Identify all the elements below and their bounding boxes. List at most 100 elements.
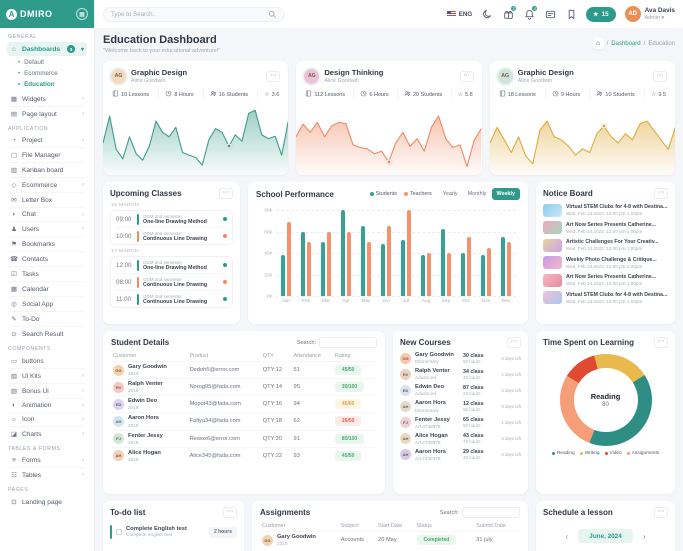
table-row[interactable]: RVRalph Venter2019Norog95@fada.comQTY:14…	[111, 379, 377, 396]
sidebar-item-tasks[interactable]: ☑Tasks	[7, 266, 87, 281]
sidebar-item-project[interactable]: ◔Project›	[7, 134, 87, 147]
sidebar-item-forms[interactable]: ≡Forms›	[7, 454, 87, 467]
sidebar-item-dashboards[interactable]: ⌂Dashboards3▾	[7, 42, 87, 56]
sidebar-item-buttons[interactable]: ▭buttons	[7, 354, 87, 368]
prev-month-button[interactable]: ‹	[565, 532, 568, 541]
notice-item[interactable]: Virtual STEM Clubs for 4-8 with Destina.…	[543, 291, 668, 304]
bar-group	[356, 210, 376, 296]
sidebar-item-kanban-board[interactable]: ▥Kanban board	[7, 162, 87, 177]
more-options-button[interactable]: ⋯	[654, 507, 668, 518]
sidebar-item-bookmarks[interactable]: ⚑Bookmarks	[7, 236, 87, 251]
class-item[interactable]: 09:00GDM 2nd semesterOne-line Drawing Me…	[116, 211, 227, 227]
dark-mode-button[interactable]	[481, 8, 493, 20]
new-course-item[interactable]: FJFenter JessyArt.374897965 class60 hour…	[400, 417, 521, 429]
assignments-search-input[interactable]	[462, 507, 520, 518]
sidebar-subitem-default[interactable]: •Default	[18, 57, 87, 68]
new-course-item[interactable]: AHAlice HoganArt.273897943 class78 hours…	[400, 433, 521, 445]
sidebar-item-ui-kits[interactable]: ▧Ui Kits›	[7, 368, 87, 383]
notice-item[interactable]: Virtual STEM Clubs for 4-8 with Destina.…	[543, 204, 668, 217]
sidebar-item-chat[interactable]: ◗Chat›	[7, 207, 87, 221]
sidebar-item-page-layout[interactable]: ▤Page layout›	[7, 106, 87, 121]
sidebar-item-tables[interactable]: ☷Tables›	[7, 467, 87, 482]
apps-button[interactable]	[544, 8, 556, 20]
new-course-item[interactable]: EDEdwin DeoAdvanced87 class23 hours4 day…	[400, 384, 521, 396]
sidebar-item-bonus-ui[interactable]: ▨Bonus Ui›	[7, 383, 87, 398]
next-month-button[interactable]: ›	[643, 532, 646, 541]
search-input[interactable]	[111, 11, 268, 18]
table-row[interactable]: FJFenter Jessy2019Rewox6@error.comQTY:20…	[111, 430, 377, 447]
tab-yearly[interactable]: Yearly	[438, 188, 463, 200]
notice-item[interactable]: Art Now Series Presents Catherine...Wed,…	[543, 221, 668, 234]
sidebar-item-users[interactable]: ♟Users›	[7, 221, 87, 236]
legend-item[interactable]: Writing	[580, 451, 600, 456]
breadcrumb-dashboard[interactable]: Dashboard	[611, 41, 640, 47]
current-month-label[interactable]: June, 2024	[578, 529, 633, 543]
sidebar-item-animation[interactable]: ◐Animation›	[7, 398, 87, 412]
table-row[interactable]: AHAaron Hors2019Fafiya34@fada.comQTY:186…	[111, 413, 377, 430]
sidebar-item-to-do[interactable]: ✎To-Do	[7, 311, 87, 326]
points-pill[interactable]: ★ 15	[586, 7, 616, 22]
legend-item[interactable]: Reading	[552, 451, 575, 456]
global-search[interactable]	[103, 7, 285, 22]
class-item[interactable]: 10:00GDM 2nd semesterContinuous Line Dra…	[116, 227, 227, 244]
new-course-item[interactable]: AHAaron HorsArt.743837829 class40 hours5…	[400, 449, 521, 461]
more-options-button[interactable]: ⋯	[219, 188, 233, 199]
more-options-button[interactable]: ⋯	[654, 188, 668, 199]
sidebar-item-contacts[interactable]: ☎Contacts	[7, 251, 87, 266]
more-options-button[interactable]: ⋯	[507, 337, 521, 348]
legend-item[interactable]: Video	[605, 451, 622, 456]
sidebar-item-file-manager[interactable]: ▢File Manager	[7, 147, 87, 162]
more-options-button[interactable]: ⋯	[654, 337, 668, 348]
new-course-item[interactable]: AHAaron HorsElementary12 class56 hours9 …	[400, 400, 521, 412]
x-axis-label: Sep	[436, 299, 456, 304]
student-search-input[interactable]	[319, 337, 377, 348]
new-course-item[interactable]: GGGary GoodwinElementary30 class60 hours…	[400, 352, 521, 364]
bookmark-button[interactable]	[565, 8, 577, 20]
language-selector[interactable]: ENG	[447, 11, 472, 18]
new-course-item[interactable]: RVRalph VenterAdvanced34 class45 hours2 …	[400, 368, 521, 380]
tab-weekly[interactable]: Weekly	[492, 188, 520, 200]
rewards-button[interactable]: 2	[502, 8, 514, 20]
notice-list: Virtual STEM Clubs for 4-8 with Destina.…	[543, 204, 668, 305]
tab-monthly[interactable]: Monthly	[463, 188, 492, 200]
legend-item[interactable]: Assignments	[627, 451, 659, 456]
bar-group	[456, 210, 476, 296]
student-year: 2019	[128, 440, 163, 445]
home-icon[interactable]: ⌂	[593, 38, 604, 49]
sidebar-toggle-icon[interactable]: ▦	[76, 8, 88, 20]
sidebar-item-ecommerce[interactable]: ◇Ecommerce›	[7, 177, 87, 192]
table-row[interactable]: EDEdwin Deo2019Mopot43@fada.comQTY:16944…	[111, 396, 377, 413]
more-options-button[interactable]: ⋯	[223, 507, 237, 518]
sidebar-item-search-result[interactable]: ⊙Search Result	[7, 326, 87, 341]
notice-item[interactable]: Art Now Series Presents Catherine...Wed,…	[543, 274, 668, 287]
class-item[interactable]: 11:00GDM 2nd semesterContinuous Line Dra…	[116, 290, 227, 307]
class-item[interactable]: 12:00GDM 2nd semesterOne-line Drawing Me…	[116, 257, 227, 273]
user-menu[interactable]: AD Ava Davis Admin ▾	[625, 6, 675, 22]
class-item[interactable]: 08:00GDM 2nd semesterContinuous Line Dra…	[116, 273, 227, 290]
legend-item[interactable]: Students	[370, 191, 397, 197]
sidebar-item-widgets[interactable]: ▦Widgets›	[7, 92, 87, 106]
sidebar-item-social-app[interactable]: ◎Social App	[7, 296, 87, 311]
course-level: Art.3748979	[415, 424, 450, 429]
avatar: ED	[113, 399, 124, 410]
sidebar-subitem-ecommerce[interactable]: •Ecommerce	[18, 68, 87, 79]
table-row[interactable]: GGGary Goodwin2019Dedoh5@error.comQTY:12…	[111, 362, 377, 379]
table-row[interactable]: GGGary Goodwin2019Accounts20 MayComplete…	[260, 532, 520, 549]
sidebar-item-letter-box[interactable]: ✉Letter Box	[7, 192, 87, 207]
notice-item[interactable]: Artistic Challenges For Your Creativ...W…	[543, 239, 668, 252]
more-options-button[interactable]: ⋯	[653, 71, 667, 82]
more-options-button[interactable]: ⋯	[266, 71, 280, 82]
legend-item[interactable]: Teachers	[404, 191, 432, 197]
sidebar-item-icon[interactable]: ☼Icon›	[7, 412, 87, 426]
table-row[interactable]: AHAlice Hogan2019Alice345@fada.comQTY:22…	[111, 447, 377, 464]
more-options-button[interactable]: ⋯	[460, 71, 474, 82]
sidebar-item-label: Social App	[22, 301, 53, 308]
sidebar-subitem-education[interactable]: •Education	[18, 79, 87, 90]
sidebar-item-landing-page[interactable]: ⊡Landing page	[7, 495, 87, 509]
todo-checkbox[interactable]	[116, 529, 122, 535]
sidebar-item-charts[interactable]: ◪Charts›	[7, 426, 87, 441]
sidebar-item-calendar[interactable]: ▦Calendar	[7, 281, 87, 296]
notifications-button[interactable]: 4	[523, 8, 535, 20]
student-table: CustomerProductQTYAttendanceRating GGGar…	[111, 350, 377, 464]
notice-item[interactable]: Weekly Photo Challenge & Critique...Wed,…	[543, 256, 668, 269]
